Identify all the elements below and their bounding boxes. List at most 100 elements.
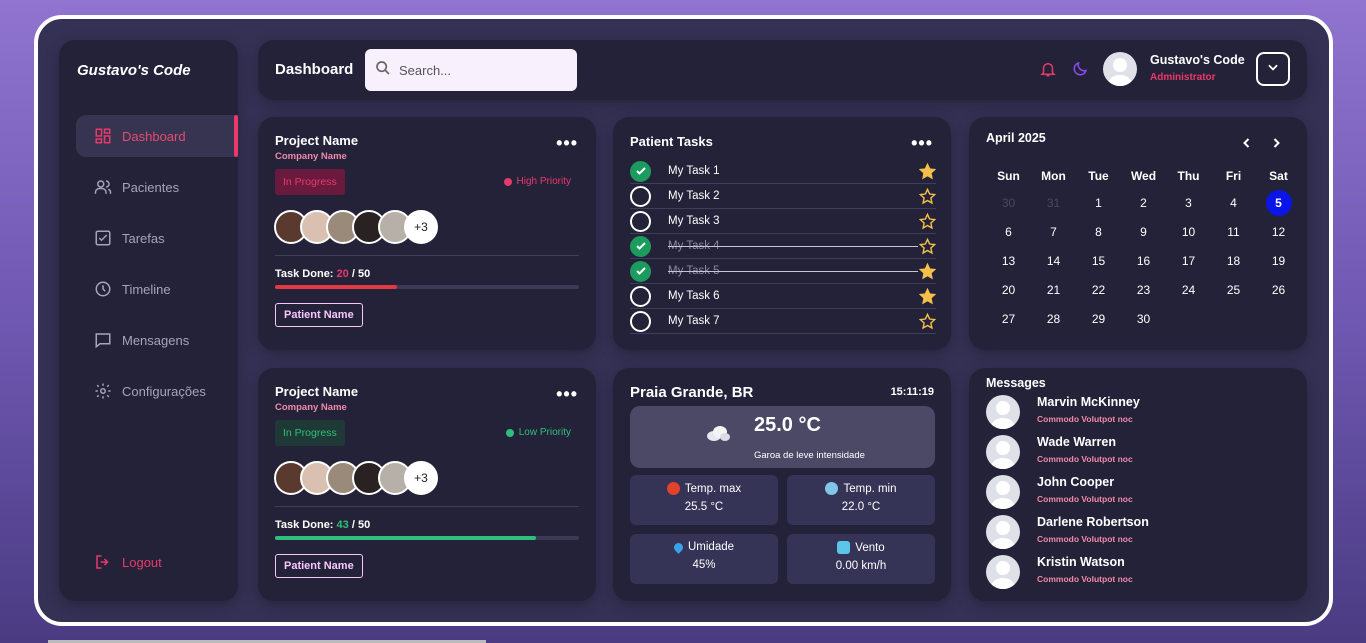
calendar-day[interactable]: 14 xyxy=(1031,247,1076,276)
calendar-day[interactable]: 7 xyxy=(1031,218,1076,247)
calendar-day[interactable]: 9 xyxy=(1121,218,1166,247)
dashboard-icon xyxy=(94,127,112,145)
task-row: My Task 7 xyxy=(630,309,937,334)
stat-value: 45% xyxy=(692,559,716,571)
calendar-day[interactable]: 18 xyxy=(1211,247,1256,276)
empty-circle-icon[interactable] xyxy=(630,210,651,232)
more-members-badge[interactable]: +3 xyxy=(404,461,438,495)
logout-icon xyxy=(94,553,112,571)
calendar-day[interactable]: 25 xyxy=(1211,276,1256,305)
empty-circle-icon[interactable] xyxy=(630,185,651,207)
sidebar-item-mensagens[interactable]: Mensagens xyxy=(76,319,238,361)
task-done-label: Task Done: xyxy=(275,519,334,531)
calendar-day[interactable]: 13 xyxy=(986,247,1031,276)
calendar-day[interactable]: 28 xyxy=(1031,305,1076,334)
sidebar-item-timeline[interactable]: Timeline xyxy=(76,268,238,310)
brand-logo[interactable]: Gustavo's Code xyxy=(77,62,191,79)
calendar-day[interactable]: 23 xyxy=(1121,276,1166,305)
star-outline-icon[interactable] xyxy=(918,187,937,205)
message-item[interactable]: John Cooper Commodo Volutpot noc xyxy=(986,475,1286,511)
patient-name-button[interactable]: Patient Name xyxy=(275,554,363,578)
page-title: Dashboard xyxy=(275,61,354,78)
logout-button[interactable]: Logout xyxy=(94,553,162,571)
project-card: Project Name Company Name ••• In Progres… xyxy=(258,117,596,350)
empty-circle-icon[interactable] xyxy=(630,310,651,332)
more-options-icon[interactable]: ••• xyxy=(556,134,578,152)
progress-bar xyxy=(275,536,579,540)
message-item[interactable]: Marvin McKinney Commodo Volutpot noc xyxy=(986,395,1286,431)
search-icon xyxy=(375,60,391,81)
calendar-day[interactable]: 1 xyxy=(1076,189,1121,218)
calendar-day[interactable]: 29 xyxy=(1076,305,1121,334)
cloud-icon xyxy=(705,424,731,447)
star-outline-icon[interactable] xyxy=(918,212,937,230)
calendar-day[interactable]: 15 xyxy=(1076,247,1121,276)
star-filled-icon[interactable] xyxy=(918,262,937,280)
calendar-day[interactable]: 30 xyxy=(1121,305,1166,334)
calendar-day-today[interactable]: 5 xyxy=(1256,189,1301,218)
calendar-day[interactable]: 10 xyxy=(1166,218,1211,247)
sidebar-item-tarefas[interactable]: Tarefas xyxy=(76,217,238,259)
search-input[interactable] xyxy=(399,62,569,78)
star-outline-icon[interactable] xyxy=(918,237,937,255)
calendar-day[interactable]: 8 xyxy=(1076,218,1121,247)
chevron-left-icon[interactable] xyxy=(1241,136,1253,155)
calendar-day[interactable]: 24 xyxy=(1166,276,1211,305)
task-label: My Task 1 xyxy=(668,165,720,177)
temp-max-box: Temp. max 25.5 °C xyxy=(630,475,778,525)
company-name: Company Name xyxy=(275,151,347,162)
more-members-badge[interactable]: +3 xyxy=(404,210,438,244)
check-circle-icon[interactable] xyxy=(630,235,651,257)
weekday-label: Fri xyxy=(1225,169,1242,183)
weather-card: Praia Grande, BR 15:11:19 25.0 °C Garoa … xyxy=(613,368,951,601)
calendar-day[interactable]: 22 xyxy=(1076,276,1121,305)
star-filled-icon[interactable] xyxy=(918,162,937,180)
calendar-day[interactable]: 2 xyxy=(1121,189,1166,218)
calendar-day[interactable]: 4 xyxy=(1211,189,1256,218)
progress-fill xyxy=(275,285,397,289)
calendar-day[interactable]: 26 xyxy=(1256,276,1301,305)
sidebar-item-dashboard[interactable]: Dashboard xyxy=(76,115,238,157)
message-item[interactable]: Wade Warren Commodo Volutpot noc xyxy=(986,435,1286,471)
check-circle-icon[interactable] xyxy=(630,260,651,282)
calendar-day[interactable]: 20 xyxy=(986,276,1031,305)
message-item[interactable]: Darlene Robertson Commodo Volutpot noc xyxy=(986,515,1286,551)
empty-circle-icon[interactable] xyxy=(630,285,651,307)
priority-label: High Priority xyxy=(516,176,571,187)
calendar-day[interactable]: 16 xyxy=(1121,247,1166,276)
bell-icon[interactable] xyxy=(1039,60,1057,83)
priority-indicator: Low Priority xyxy=(505,427,571,438)
calendar-day[interactable]: 27 xyxy=(986,305,1031,334)
weekday-label: Tue xyxy=(1088,169,1109,183)
patient-name-button[interactable]: Patient Name xyxy=(275,303,363,327)
checkbox-icon xyxy=(94,229,112,247)
sidebar-item-pacientes[interactable]: Pacientes xyxy=(76,166,238,208)
calendar-day[interactable]: 21 xyxy=(1031,276,1076,305)
star-outline-icon[interactable] xyxy=(918,312,937,330)
calendar-day[interactable]: 3 xyxy=(1166,189,1211,218)
company-name: Company Name xyxy=(275,402,347,413)
moon-icon[interactable] xyxy=(1071,60,1089,83)
chevron-right-icon[interactable] xyxy=(1270,136,1282,155)
message-item[interactable]: Kristin Watson Commodo Volutpot noc xyxy=(986,555,1286,591)
check-circle-icon[interactable] xyxy=(630,160,651,182)
avatar[interactable] xyxy=(1103,52,1137,86)
calendar-day[interactable]: 19 xyxy=(1256,247,1301,276)
more-options-icon[interactable]: ••• xyxy=(556,385,578,403)
calendar-day[interactable]: 6 xyxy=(986,218,1031,247)
more-options-icon[interactable]: ••• xyxy=(911,134,933,152)
calendar-day[interactable]: 17 xyxy=(1166,247,1211,276)
stat-label: Vento xyxy=(855,541,885,554)
sidebar-item-configuracoes[interactable]: Configurações xyxy=(76,370,238,412)
search-box[interactable] xyxy=(365,49,577,91)
priority-dot xyxy=(503,177,512,186)
user-menu-button[interactable] xyxy=(1256,52,1290,86)
calendar-day[interactable]: 12 xyxy=(1256,218,1301,247)
star-filled-icon[interactable] xyxy=(918,287,937,305)
sidebar-nav: Dashboard Pacientes Tarefas Timeline Men… xyxy=(76,115,238,421)
calendar-day-outside: 31 xyxy=(1046,196,1061,210)
patient-tasks-card: Patient Tasks ••• My Task 1 My Task 2 My T… xyxy=(613,117,951,350)
task-label: My Task 3 xyxy=(668,215,720,227)
wind-box: Vento 0.00 km/h xyxy=(787,534,935,584)
calendar-day[interactable]: 11 xyxy=(1211,218,1256,247)
